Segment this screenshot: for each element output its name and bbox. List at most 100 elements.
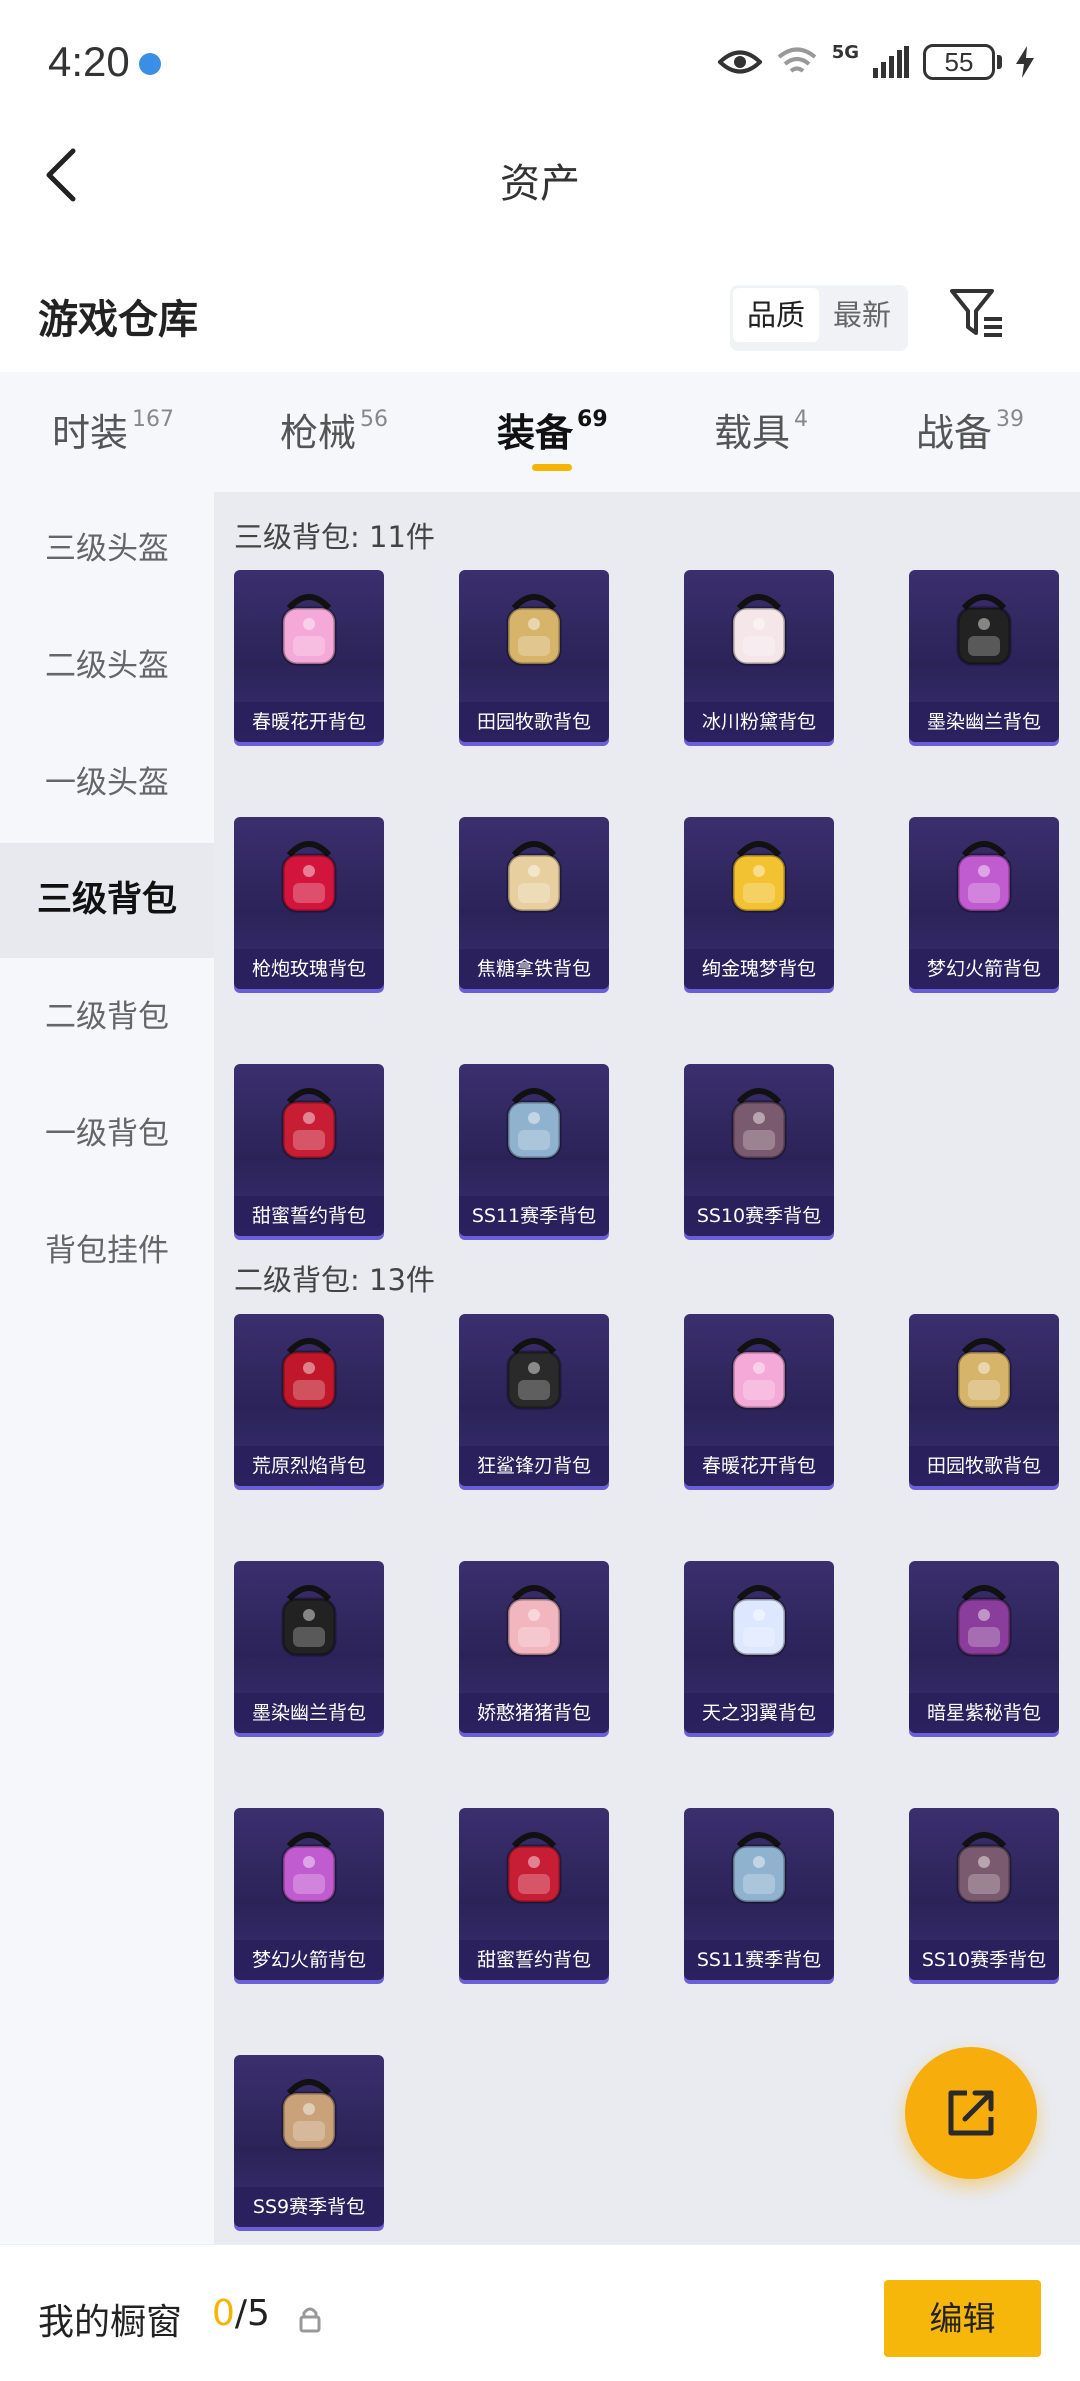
showcase-current: 0 xyxy=(212,2293,235,2334)
heart-backpack-icon xyxy=(234,1064,384,1184)
rocket-backpack-icon xyxy=(234,1808,384,1928)
item-name: SS9赛季背包 xyxy=(234,2187,384,2227)
tab-supplies[interactable]: 战备 39 xyxy=(916,402,1024,457)
item-card[interactable]: SS10赛季背包 xyxy=(684,1064,834,1236)
share-button[interactable] xyxy=(905,2047,1037,2179)
top-app-bar: 资产 xyxy=(0,125,1080,230)
wifi-icon xyxy=(777,47,816,73)
item-name: 墨染幽兰背包 xyxy=(234,1693,384,1733)
sidebar-item-helmet-lv2[interactable]: 二级头盔 xyxy=(0,609,214,724)
sort-by-quality[interactable]: 品质 xyxy=(733,288,820,342)
tab-weapons[interactable]: 枪械 56 xyxy=(280,402,388,457)
sort-toggle: 品质 最新 xyxy=(730,285,909,351)
status-time: 4:20 xyxy=(48,38,130,85)
item-grid: 三级背包: 11件 二级背包: 13件 春暖花开背包 田园牧歌背包 冰川粉黛背包 墨染… xyxy=(214,492,1080,2244)
item-card[interactable]: SS10赛季背包 xyxy=(909,1808,1059,1980)
showcase-count: 0/5 xyxy=(212,2293,270,2334)
item-name: 甜蜜誓约背包 xyxy=(234,1196,384,1236)
item-card[interactable]: 墨染幽兰背包 xyxy=(909,570,1059,742)
season-backpack-icon xyxy=(459,1064,609,1184)
gold-heart-backpack-icon xyxy=(684,817,834,937)
item-card[interactable]: SS9赛季背包 xyxy=(234,2055,384,2227)
item-card[interactable]: 春暖花开背包 xyxy=(234,570,384,742)
battery-icon: 55 xyxy=(923,44,1002,80)
item-card[interactable]: 田园牧歌背包 xyxy=(909,1314,1059,1486)
status-icons: 5G 55 xyxy=(717,40,1034,84)
item-name: 娇憨猪猪背包 xyxy=(459,1693,609,1733)
item-card[interactable]: 暗星紫秘背包 xyxy=(909,1561,1059,1733)
sidebar-item-helmet-lv3[interactable]: 三级头盔 xyxy=(0,492,214,607)
sidebar-item-helmet-lv1[interactable]: 一级头盔 xyxy=(0,726,214,841)
item-name: 暗星紫秘背包 xyxy=(909,1693,1059,1733)
tab-fashion[interactable]: 时装 167 xyxy=(52,402,174,457)
item-card[interactable]: 狂鲨锋刃背包 xyxy=(459,1314,609,1486)
group-title: 二级背包: 13件 xyxy=(234,1263,435,1297)
flame-backpack-icon xyxy=(234,1314,384,1434)
item-card[interactable]: 梦幻火箭背包 xyxy=(909,817,1059,989)
item-name: 冰川粉黛背包 xyxy=(684,702,834,742)
item-card[interactable]: 春暖花开背包 xyxy=(684,1314,834,1486)
item-name: 田园牧歌背包 xyxy=(909,1446,1059,1486)
season-backpack-icon xyxy=(684,1064,834,1184)
item-name: 甜蜜誓约背包 xyxy=(459,1940,609,1980)
latte-backpack-icon xyxy=(459,817,609,937)
tab-equipment[interactable]: 装备 69 xyxy=(497,402,608,457)
sidebar-item-backpack-lv2[interactable]: 二级背包 xyxy=(0,960,214,1075)
item-card[interactable]: 田园牧歌背包 xyxy=(459,570,609,742)
item-card[interactable]: SS11赛季背包 xyxy=(684,1808,834,1980)
showcase-label: 我的橱窗 xyxy=(38,2302,183,2343)
bow-backpack-icon xyxy=(684,570,834,690)
signal-icon xyxy=(873,46,909,78)
sidebar-item-backpack-lv3[interactable]: 三级背包 xyxy=(0,843,214,958)
item-card[interactable]: 绚金瑰梦背包 xyxy=(684,817,834,989)
sidebar-item-backpack-charm[interactable]: 背包挂件 xyxy=(0,1194,214,1309)
season-backpack-icon xyxy=(909,1808,1059,1928)
network-type: 5G xyxy=(831,41,859,63)
item-card[interactable]: 天之羽翼背包 xyxy=(684,1561,834,1733)
charging-icon xyxy=(1016,46,1034,78)
butterfly-backpack-icon xyxy=(684,1314,834,1434)
lock-icon xyxy=(299,2307,321,2333)
ink-backpack-icon xyxy=(234,1561,384,1681)
warehouse-title: 游戏仓库 xyxy=(38,297,198,343)
item-card[interactable]: SS11赛季背包 xyxy=(459,1064,609,1236)
season-backpack-icon xyxy=(684,1808,834,1928)
sort-by-newest[interactable]: 最新 xyxy=(819,288,905,342)
sidebar-item-backpack-lv1[interactable]: 一级背包 xyxy=(0,1077,214,1192)
item-name: SS11赛季背包 xyxy=(684,1940,834,1980)
item-card[interactable]: 焦糖拿铁背包 xyxy=(459,817,609,989)
basket-backpack-icon xyxy=(909,1314,1059,1434)
tab-count: 56 xyxy=(360,407,389,433)
filter-button[interactable] xyxy=(948,283,1008,343)
tab-label: 时装 xyxy=(52,411,129,455)
dark-star-backpack-icon xyxy=(909,1561,1059,1681)
edit-button[interactable]: 编辑 xyxy=(884,2280,1041,2357)
bottom-bar: 我的橱窗 0/5 编辑 xyxy=(0,2244,1080,2381)
item-name: 田园牧歌背包 xyxy=(459,702,609,742)
item-card[interactable]: 冰川粉黛背包 xyxy=(684,570,834,742)
item-card[interactable]: 梦幻火箭背包 xyxy=(234,1808,384,1980)
item-card[interactable]: 荒原烈焰背包 xyxy=(234,1314,384,1486)
item-name: 狂鲨锋刃背包 xyxy=(459,1446,609,1486)
item-card[interactable]: 甜蜜誓约背包 xyxy=(459,1808,609,1980)
item-name: 绚金瑰梦背包 xyxy=(684,949,834,989)
tab-label: 载具 xyxy=(714,411,791,455)
item-name: 焦糖拿铁背包 xyxy=(459,949,609,989)
season-backpack-icon xyxy=(234,2055,384,2175)
item-name: 梦幻火箭背包 xyxy=(909,949,1059,989)
item-card[interactable]: 甜蜜誓约背包 xyxy=(234,1064,384,1236)
showcase-total: /5 xyxy=(234,2293,270,2334)
page-title: 资产 xyxy=(500,161,580,207)
tab-count: 4 xyxy=(794,407,809,433)
tab-vehicles[interactable]: 载具 4 xyxy=(714,402,808,457)
share-icon xyxy=(948,2090,994,2136)
butterfly-backpack-icon xyxy=(234,570,384,690)
item-name: SS10赛季背包 xyxy=(909,1940,1059,1980)
wing-backpack-icon xyxy=(684,1561,834,1681)
item-card[interactable]: 娇憨猪猪背包 xyxy=(459,1561,609,1733)
tab-label: 装备 xyxy=(497,411,574,455)
item-card[interactable]: 枪炮玫瑰背包 xyxy=(234,817,384,989)
item-card[interactable]: 墨染幽兰背包 xyxy=(234,1561,384,1733)
active-tab-indicator xyxy=(532,464,572,471)
tab-count: 39 xyxy=(996,407,1025,433)
